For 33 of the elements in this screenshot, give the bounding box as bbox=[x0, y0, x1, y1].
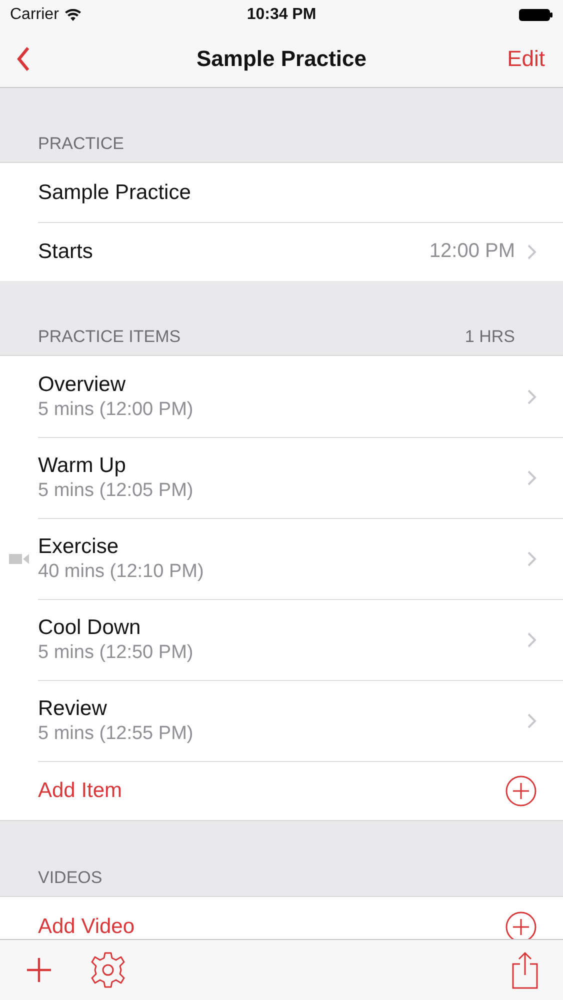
practice-item-row[interactable]: Cool Down 5 mins (12:50 PM) bbox=[0, 599, 563, 680]
chevron-icon bbox=[527, 712, 537, 728]
practice-item-row[interactable]: Review 5 mins (12:55 PM) bbox=[0, 680, 563, 761]
practice-item-row[interactable]: Overview 5 mins (12:00 PM) bbox=[0, 356, 563, 437]
chevron-icon bbox=[527, 388, 537, 404]
share-icon bbox=[511, 951, 539, 989]
back-chevron-icon bbox=[16, 46, 30, 72]
starts-row[interactable]: Starts 12:00 PM bbox=[0, 222, 563, 281]
wifi-icon bbox=[64, 9, 81, 21]
back-button[interactable] bbox=[16, 46, 30, 72]
practice-item-row[interactable]: Exercise 40 mins (12:10 PM) bbox=[0, 518, 563, 599]
add-video-row[interactable]: Add Video bbox=[0, 897, 563, 939]
chevron-icon bbox=[527, 244, 537, 260]
chevron-icon bbox=[527, 470, 537, 486]
section-header: PRACTICE ITEMS bbox=[38, 327, 181, 347]
carrier-name: Carrier bbox=[10, 6, 59, 24]
chevron-icon bbox=[527, 550, 537, 566]
edit-button[interactable]: Edit bbox=[507, 46, 545, 72]
total-duration: 1 HRS bbox=[464, 327, 515, 347]
add-circle-icon bbox=[505, 774, 537, 806]
chevron-icon bbox=[527, 632, 537, 648]
practice-item-row[interactable]: Warm Up 5 mins (12:05 PM) bbox=[0, 437, 563, 518]
status-time: 10:34 PM bbox=[246, 6, 316, 24]
section-header: VIDEOS bbox=[38, 868, 102, 888]
section-header: PRACTICE bbox=[38, 134, 124, 154]
video-camera-icon bbox=[9, 553, 29, 565]
battery-icon bbox=[519, 8, 553, 22]
practice-name: Sample Practice bbox=[38, 180, 191, 204]
share-button[interactable] bbox=[511, 951, 539, 989]
add-item-row[interactable]: Add Item bbox=[0, 761, 563, 821]
plus-icon bbox=[26, 957, 52, 983]
nav-title: Sample Practice bbox=[196, 46, 366, 72]
add-button[interactable] bbox=[26, 957, 52, 983]
